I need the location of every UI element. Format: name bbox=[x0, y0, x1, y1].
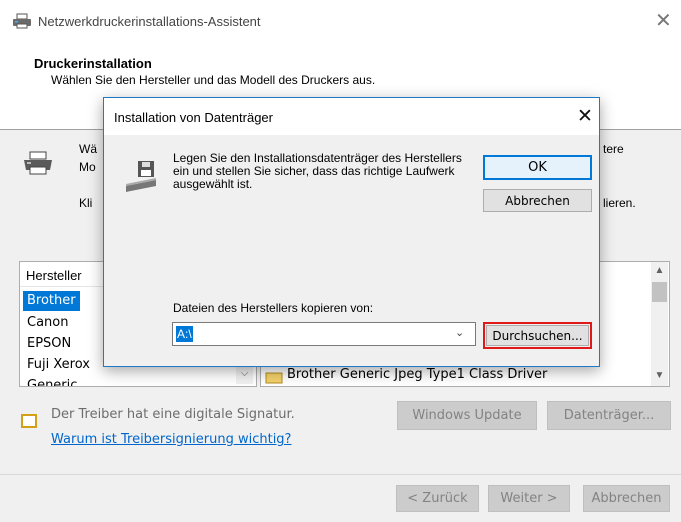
list-item-model[interactable]: Brother Generic Jpeg Type1 Class Driver bbox=[287, 367, 547, 382]
scroll-down-icon[interactable]: ⌵ bbox=[236, 364, 253, 384]
scroll-up-icon[interactable]: ▲ bbox=[651, 265, 668, 276]
close-icon[interactable]: ✕ bbox=[655, 10, 672, 30]
cancel-button[interactable]: Abbrechen bbox=[583, 485, 670, 512]
ok-button[interactable]: OK bbox=[483, 155, 592, 180]
dialog-cancel-button[interactable]: Abbrechen bbox=[483, 189, 592, 212]
footer-divider bbox=[0, 474, 681, 475]
list-item-manufacturer[interactable]: Canon bbox=[23, 313, 72, 333]
chevron-down-icon[interactable]: ⌄ bbox=[455, 326, 464, 339]
instruction-text-fragment: Kli bbox=[79, 196, 93, 210]
dialog-title: Installation von Datenträger bbox=[114, 110, 273, 125]
have-disk-button[interactable]: Datenträger... bbox=[547, 401, 671, 430]
next-button[interactable]: Weiter > bbox=[488, 485, 570, 512]
instruction-text-fragment: Wä bbox=[79, 142, 97, 156]
page-title: Druckerinstallation bbox=[34, 56, 152, 71]
floppy-drive-icon bbox=[126, 161, 156, 192]
printer-large-icon bbox=[24, 151, 52, 175]
scroll-down-icon[interactable]: ▼ bbox=[651, 370, 668, 381]
path-combobox[interactable] bbox=[172, 322, 476, 346]
printer-driver-icon bbox=[265, 372, 283, 384]
list-item-manufacturer[interactable]: Fuji Xerox bbox=[23, 355, 94, 375]
wizard-title: Netzwerkdruckerinstallations-Assistent bbox=[38, 14, 261, 29]
instruction-text-fragment: tere bbox=[603, 142, 624, 156]
instruction-text-fragment: Mo bbox=[79, 160, 96, 174]
model-scrollbar[interactable]: ▲ ▼ bbox=[651, 262, 668, 386]
browse-highlight-frame bbox=[483, 322, 592, 349]
path-input-value[interactable]: A:\ bbox=[176, 326, 193, 342]
instruction-text-fragment: lieren. bbox=[603, 196, 636, 210]
signature-info-link[interactable]: Warum ist Treibersignierung wichtig? bbox=[51, 432, 291, 447]
printer-icon bbox=[13, 13, 31, 29]
page-subtitle: Wählen Sie den Hersteller und das Modell… bbox=[51, 73, 376, 87]
list-item-manufacturer[interactable]: Generic bbox=[23, 376, 81, 386]
back-button[interactable]: < Zurück bbox=[396, 485, 479, 512]
copy-from-label: Dateien des Herstellers kopieren von: bbox=[173, 301, 374, 315]
windows-update-button[interactable]: Windows Update bbox=[397, 401, 537, 430]
close-icon[interactable]: ✕ bbox=[577, 106, 593, 126]
list-item-manufacturer[interactable]: EPSON bbox=[23, 334, 75, 354]
scrollbar-thumb[interactable] bbox=[652, 282, 667, 302]
list-item-manufacturer[interactable]: Brother bbox=[23, 291, 80, 311]
signature-status: Der Treiber hat eine digitale Signatur. bbox=[51, 407, 295, 422]
dialog-message: Legen Sie den Installationsdatenträger d… bbox=[173, 151, 462, 191]
certificate-icon bbox=[21, 414, 37, 428]
